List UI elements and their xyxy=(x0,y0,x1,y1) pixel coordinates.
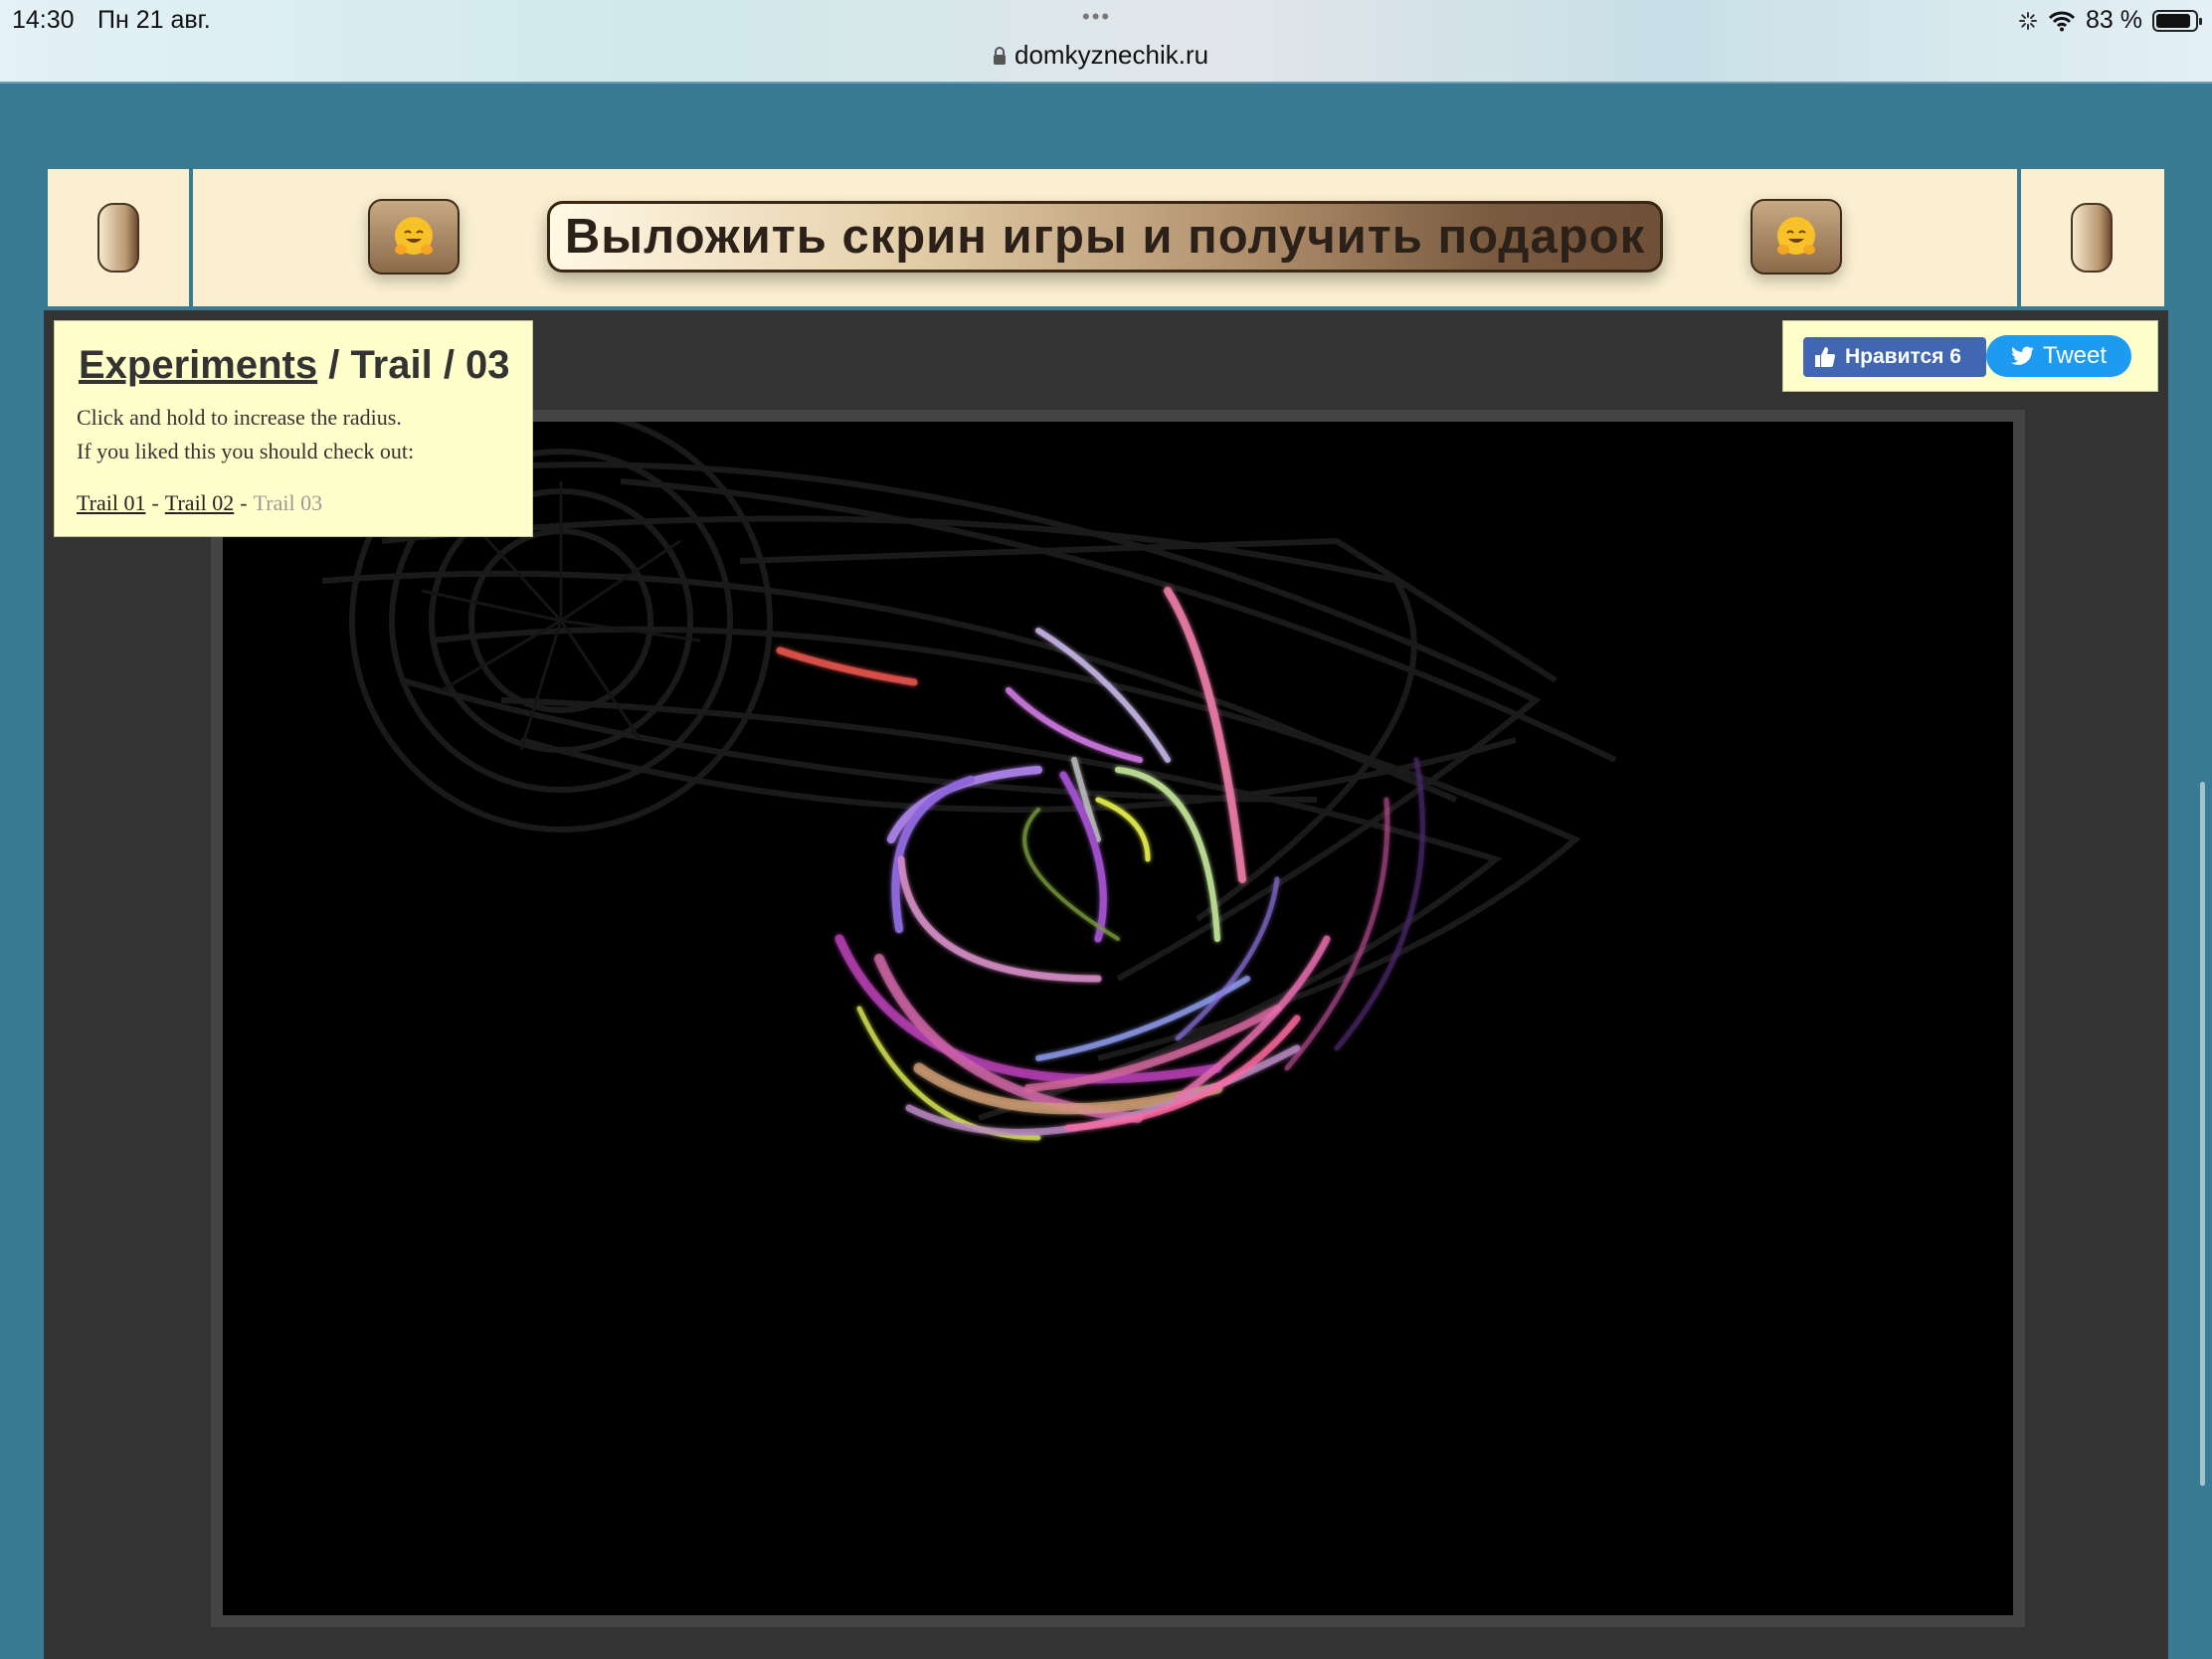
social-share-panel: Нравится 6 Tweet xyxy=(1782,320,2158,392)
promo-cta-button[interactable]: Выложить скрин игры и получить подарок xyxy=(547,201,1663,273)
date: Пн 21 авг. xyxy=(97,6,211,34)
title-breadcrumb: / Trail / 03 xyxy=(317,343,510,387)
tweet-button[interactable]: Tweet xyxy=(1986,335,2131,377)
battery-percent: 83 % xyxy=(2086,6,2142,34)
experiments-link[interactable]: Experiments xyxy=(79,343,317,387)
link-separator: - xyxy=(240,490,248,515)
tweet-label: Tweet xyxy=(2042,342,2108,369)
thumbs-up-icon xyxy=(1815,347,1835,367)
suggestion-text: If you liked this you should check out: xyxy=(77,439,415,463)
like-label: Нравится 6 xyxy=(1845,345,1961,368)
facebook-like-button[interactable]: Нравится 6 xyxy=(1803,337,1986,377)
lock-icon xyxy=(994,46,1006,65)
banner-side-handle-right xyxy=(2071,203,2113,273)
clock: 14:30 xyxy=(12,6,75,34)
promo-banner: Выложить скрин игры и получить подарок xyxy=(48,169,2164,306)
trail-02-link[interactable]: Trail 02 xyxy=(165,490,234,515)
page-title: Experiments / Trail / 03 xyxy=(79,343,510,388)
url-text: domkyznechik.ru xyxy=(1014,40,1209,70)
address-bar[interactable]: domkyznechik.ru xyxy=(993,40,1208,71)
hugging-face-icon xyxy=(395,217,433,255)
banner-divider-right xyxy=(2017,169,2021,306)
trail-canvas[interactable] xyxy=(223,422,2013,1615)
twitter-bird-icon xyxy=(2010,346,2034,365)
wifi-icon xyxy=(2048,11,2076,31)
loading-icon xyxy=(2019,11,2038,30)
related-links: Trail 01- Trail 02- Trail 03 xyxy=(77,490,322,516)
emoji-button-right[interactable] xyxy=(1751,199,1842,275)
trail-03-current: Trail 03 xyxy=(253,490,323,515)
battery-icon xyxy=(2152,9,2202,32)
hugging-face-icon xyxy=(1777,217,1815,255)
instruction-text: Click and hold to increase the radius. xyxy=(77,405,402,430)
multitasking-dots-icon[interactable]: ••• xyxy=(1082,4,1111,30)
system-indicators: 83 % xyxy=(2018,6,2202,35)
banner-side-handle-left xyxy=(97,203,139,273)
trail-01-link[interactable]: Trail 01 xyxy=(77,490,145,515)
trail-drawing xyxy=(321,422,1617,1141)
emoji-button-left[interactable] xyxy=(368,199,460,275)
banner-divider-left xyxy=(189,169,193,306)
status-bar: 14:30 Пн 21 авг. ••• domkyznechik.ru 83 … xyxy=(0,0,2212,84)
link-separator: - xyxy=(151,490,159,515)
scrollbar[interactable] xyxy=(2200,782,2205,1486)
experiment-info-panel: Experiments / Trail / 03 Click and hold … xyxy=(54,320,533,537)
